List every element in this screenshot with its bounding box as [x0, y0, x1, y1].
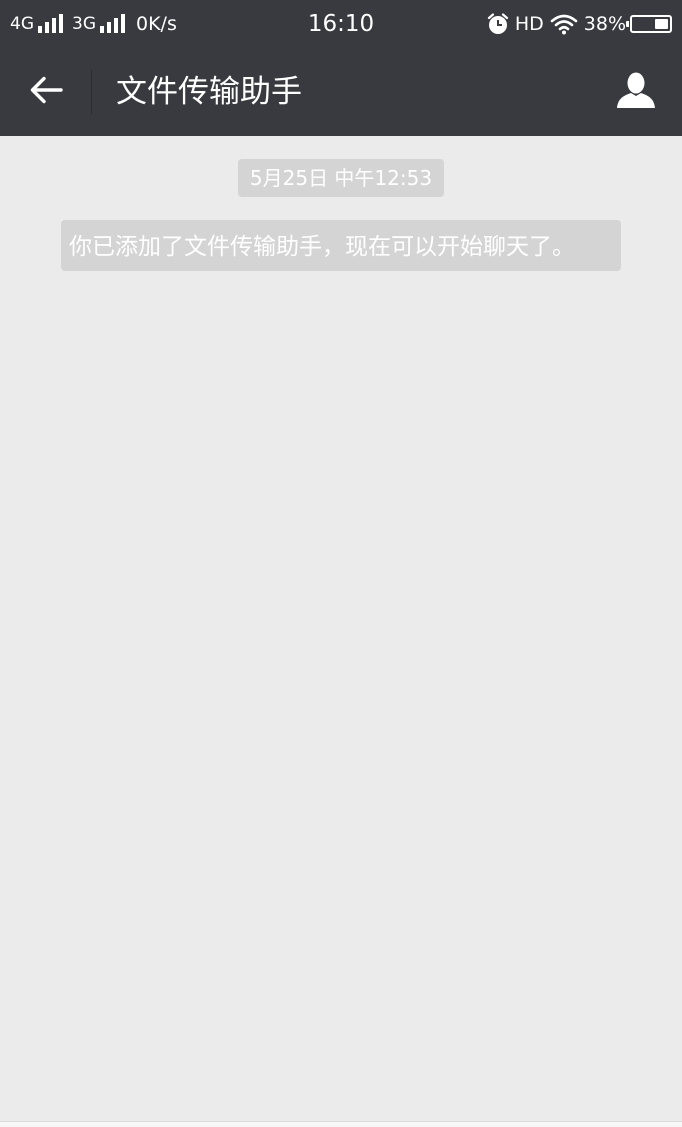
- message-timestamp: 5月25日 中午12:53: [237, 159, 445, 197]
- hd-label: HD: [514, 13, 544, 35]
- battery-icon: [626, 15, 672, 33]
- signal-bars-icon: [38, 14, 63, 33]
- network-4g-label: 4G: [10, 14, 34, 34]
- chat-area[interactable]: 5月25日 中午12:53 你已添加了文件传输助手，现在可以开始聊天了。: [0, 136, 682, 1121]
- timestamp-row: 5月25日 中午12:53: [0, 159, 682, 197]
- status-bar: 4G 3G 0K/s 16:10 HD 38%: [0, 0, 682, 48]
- network-4g: 4G: [10, 14, 63, 34]
- bottom-edge: [0, 1121, 682, 1127]
- network-3g-label: 3G: [72, 14, 96, 34]
- signal-bars-icon: [100, 14, 125, 33]
- battery-fill: [655, 19, 668, 29]
- alarm-icon: [487, 13, 509, 35]
- back-arrow-icon: [29, 76, 63, 108]
- status-left: 4G 3G 0K/s: [10, 0, 177, 48]
- battery-percent: 38%: [583, 13, 626, 35]
- wifi-icon: [550, 13, 578, 35]
- chat-info-button[interactable]: [608, 64, 664, 120]
- network-speed: 0K/s: [136, 13, 177, 35]
- back-button[interactable]: [18, 64, 74, 120]
- network-3g: 3G: [72, 14, 125, 34]
- title-bar: 文件传输助手: [0, 48, 682, 136]
- chat-title: 文件传输助手: [116, 74, 302, 110]
- status-right: HD 38%: [481, 0, 672, 48]
- system-message: 你已添加了文件传输助手，现在可以开始聊天了。: [61, 220, 621, 271]
- header-divider: [91, 70, 92, 114]
- person-icon: [616, 71, 656, 113]
